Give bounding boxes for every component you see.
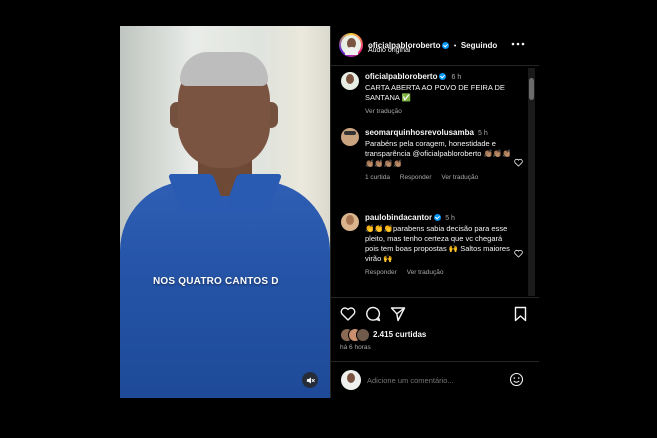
following-button[interactable]: Seguindo (461, 41, 497, 50)
mute-button[interactable] (302, 372, 318, 388)
verified-badge-icon (442, 42, 450, 49)
comment-text: Parabéns pela coragem, honestidade e tra… (365, 139, 512, 168)
caption-time: 6 h (451, 74, 462, 81)
caption-avatar[interactable] (341, 72, 359, 90)
commenter-avatar[interactable] (341, 128, 359, 146)
reply-button[interactable]: Responder (365, 269, 397, 276)
comment-bubble-icon[interactable] (365, 306, 381, 322)
liker-avatar (356, 328, 370, 342)
comment-time: 5 h (478, 130, 488, 137)
comment-input[interactable] (367, 374, 497, 386)
comment-time: 5 h (445, 215, 455, 222)
commenter-username[interactable]: seomarquinhosrevolusamba (365, 128, 474, 137)
scrollbar-thumb[interactable] (529, 78, 534, 100)
speaker-muted-icon (306, 376, 315, 384)
verified-badge-icon (439, 73, 447, 80)
post-modal: NOS QUATRO CANTOS D oficialpabloroberto … (120, 26, 539, 398)
translate-button[interactable]: Ver tradução (407, 269, 444, 276)
share-send-icon[interactable] (390, 306, 406, 322)
comment-text: 👏👏👏parabens sabia decisão para esse plei… (365, 224, 510, 263)
like-comment-heart-icon[interactable] (514, 249, 523, 258)
comments-list[interactable]: oficialpabloroberto 6 h CARTA ABERTA AO … (331, 66, 539, 297)
comment-likes[interactable]: 1 curtida (365, 174, 390, 181)
post-time: há 6 horas (340, 344, 371, 351)
grey-hair (180, 52, 268, 86)
save-bookmark-icon[interactable] (514, 306, 527, 322)
author-avatar[interactable] (339, 33, 363, 57)
more-options-icon[interactable] (511, 41, 525, 47)
translate-button[interactable]: Ver tradução (441, 174, 478, 181)
audio-label[interactable]: Áudio original (368, 47, 410, 54)
post-header: oficialpabloroberto • Seguindo Áudio ori… (331, 26, 539, 66)
commenter-avatar[interactable] (341, 213, 359, 231)
likes-count[interactable]: 2.415 curtidas (373, 330, 426, 339)
caption-translate[interactable]: Ver tradução (365, 107, 515, 117)
post-side-panel: oficialpabloroberto • Seguindo Áudio ori… (330, 26, 539, 398)
dot-separator: • (453, 43, 457, 50)
post-actions: 2.415 curtidas há 6 horas (331, 297, 539, 398)
reply-button[interactable]: Responder (400, 174, 432, 181)
current-user-avatar (341, 370, 361, 390)
comments-scrollbar[interactable] (528, 68, 535, 296)
emoji-smiley-icon[interactable] (509, 372, 524, 387)
commenter-username[interactable]: paulobindacantor (365, 213, 432, 222)
caption-username[interactable]: oficialpabloroberto (365, 72, 437, 81)
video-caption: NOS QUATRO CANTOS D (153, 276, 279, 287)
add-comment-bar (331, 361, 539, 399)
like-heart-icon[interactable] (340, 306, 356, 321)
caption-text: CARTA ABERTA AO POVO DE FEIRA DE SANTANA… (365, 83, 505, 102)
reel-video[interactable]: NOS QUATRO CANTOS D (120, 26, 330, 398)
like-comment-heart-icon[interactable] (514, 158, 523, 167)
verified-badge-icon (434, 214, 442, 221)
